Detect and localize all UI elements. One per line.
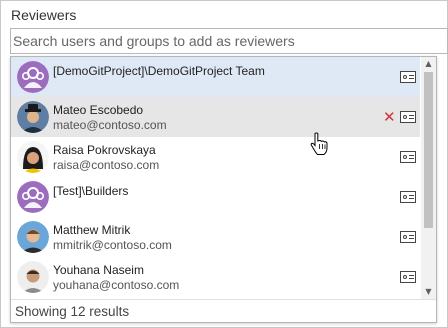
suggestion-row-matthew-mitrik[interactable]: Matthew Mitrik mmitrik@contoso.com: [11, 217, 420, 257]
group-avatar-icon: [17, 181, 49, 213]
reviewers-title: Reviewers: [11, 7, 77, 23]
suggestion-name: Matthew Mitrik: [53, 223, 131, 237]
reviewers-panel: Reviewers [DemoGitProject]\DemoGitProjec…: [0, 0, 448, 328]
contact-card-icon[interactable]: [400, 151, 416, 163]
suggestion-email: mmitrik@contoso.com: [53, 238, 172, 252]
suggestion-name: [DemoGitProject]\DemoGitProject Team: [53, 64, 265, 78]
suggestion-name: Youhana Naseim: [53, 263, 144, 277]
reviewer-suggestions-dropdown: [DemoGitProject]\DemoGitProject Team Mat…: [10, 56, 437, 323]
suggestion-row-mateo-escobedo[interactable]: Mateo Escobedo mateo@contoso.com ✕: [11, 97, 420, 137]
user-avatar-icon: [17, 141, 49, 173]
hand-cursor-icon: [310, 132, 328, 161]
suggestion-row-youhana-naseim[interactable]: Youhana Naseim youhana@contoso.com: [11, 257, 420, 297]
contact-card-icon[interactable]: [400, 191, 416, 203]
suggestion-name: [Test]\Builders: [53, 184, 129, 198]
reviewer-search-input[interactable]: [10, 28, 448, 54]
scroll-up-arrow-icon[interactable]: ▲: [421, 57, 436, 71]
remove-icon[interactable]: ✕: [383, 110, 396, 125]
suggestion-row-raisa-pokrovskaya[interactable]: Raisa Pokrovskaya raisa@contoso.com: [11, 137, 420, 177]
user-avatar-icon: [17, 101, 49, 133]
suggestion-email: youhana@contoso.com: [53, 278, 180, 292]
scroll-down-arrow-icon[interactable]: ▼: [421, 285, 436, 299]
contact-card-icon[interactable]: [400, 231, 416, 243]
suggestion-row-test-builders[interactable]: [Test]\Builders: [11, 177, 420, 217]
contact-card-icon[interactable]: [400, 111, 416, 123]
scrollbar-thumb[interactable]: [424, 72, 433, 228]
contact-card-icon[interactable]: [400, 271, 416, 283]
suggestion-email: mateo@contoso.com: [53, 118, 167, 132]
group-avatar-icon: [17, 61, 49, 93]
suggestions-scrollbar[interactable]: ▲ ▼: [421, 57, 436, 299]
user-avatar-icon: [17, 221, 49, 253]
suggestion-name: Raisa Pokrovskaya: [53, 143, 156, 157]
results-count-text: Showing 12 results: [15, 304, 130, 319]
suggestion-email: raisa@contoso.com: [53, 158, 160, 172]
contact-card-icon[interactable]: [400, 71, 416, 83]
suggestion-row-demogitproject-team[interactable]: [DemoGitProject]\DemoGitProject Team: [11, 57, 420, 97]
suggestion-name: Mateo Escobedo: [53, 103, 144, 117]
user-avatar-icon: [17, 261, 49, 293]
results-footer: Showing 12 results: [11, 299, 436, 322]
